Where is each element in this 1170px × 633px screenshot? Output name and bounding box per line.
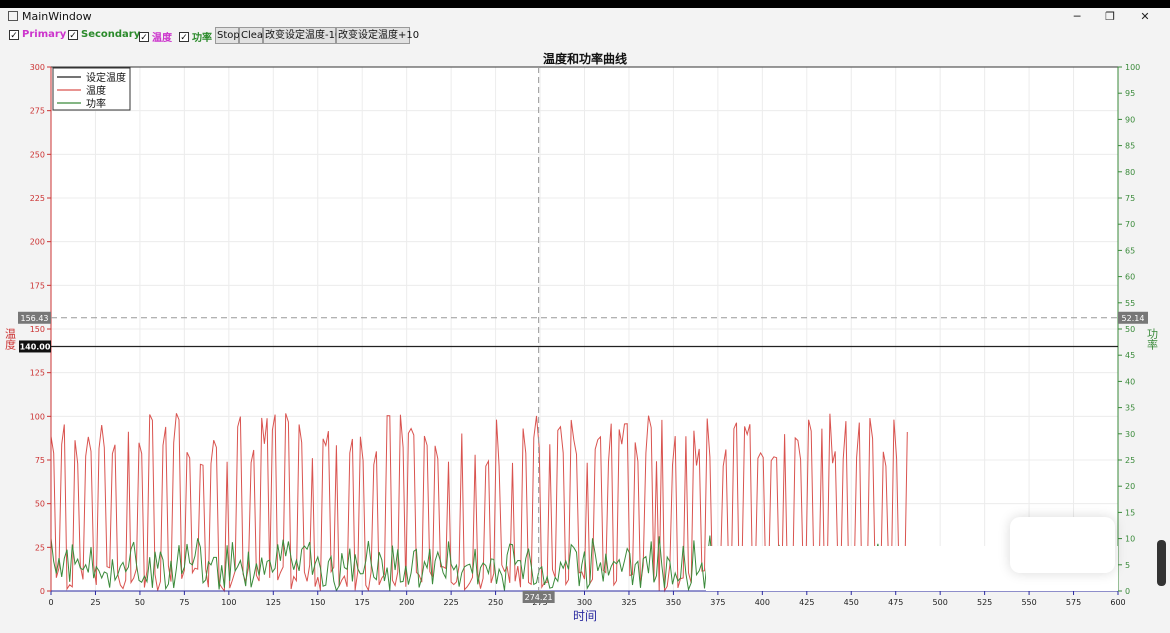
x-tick-label: 100 bbox=[221, 598, 236, 607]
y-right-tick-label: 15 bbox=[1125, 508, 1135, 517]
chart-area[interactable]: 0255075100125150175200225250275300325350… bbox=[0, 46, 1170, 629]
y-left-tick-label: 225 bbox=[30, 194, 45, 203]
x-tick-label: 425 bbox=[799, 598, 814, 607]
checkbox-primary[interactable]: ✓ Primary bbox=[9, 29, 67, 41]
increase-setpoint-button[interactable]: 改变设定温度+10 bbox=[336, 27, 419, 44]
y-left-tick-label: 125 bbox=[30, 369, 45, 378]
y-right-tick-label: 30 bbox=[1125, 430, 1135, 439]
y-right-tick-label: 25 bbox=[1125, 456, 1135, 465]
decrease-setpoint-button[interactable]: 改变设定温度-10 bbox=[263, 27, 341, 44]
y-left-axis-title: 温度 bbox=[4, 328, 17, 351]
check-icon: ✓ bbox=[9, 29, 19, 41]
legend: 设定温度 温度 功率 bbox=[52, 67, 131, 111]
x-tick-label: 25 bbox=[90, 598, 100, 607]
crosshair-x-label: 274.21 bbox=[525, 593, 553, 602]
check-icon: ✓ bbox=[68, 29, 78, 41]
y-right-tick-label: 10 bbox=[1125, 535, 1135, 544]
legend-label-temperature: 温度 bbox=[86, 84, 106, 97]
notification-toast[interactable] bbox=[1010, 517, 1115, 573]
y-left-tick-label: 250 bbox=[30, 150, 45, 159]
window-title: MainWindow bbox=[22, 10, 92, 23]
y-right-tick-label: 70 bbox=[1125, 220, 1135, 229]
y-right-tick-label: 75 bbox=[1125, 194, 1135, 203]
y-left-tick-label: 0 bbox=[40, 587, 45, 596]
y-right-tick-label: 100 bbox=[1125, 63, 1140, 72]
x-tick-label: 550 bbox=[1021, 598, 1036, 607]
y-right-tick-label: 90 bbox=[1125, 115, 1135, 124]
y-left-tick-label: 150 bbox=[30, 325, 45, 334]
legend-label-power: 功率 bbox=[86, 97, 106, 110]
y-right-axis-title: 功率 bbox=[1146, 328, 1159, 351]
x-tick-label: 300 bbox=[577, 598, 592, 607]
app-icon bbox=[8, 11, 18, 21]
checkbox-primary-label: Primary bbox=[22, 29, 67, 40]
y-left-tick-label: 175 bbox=[30, 281, 45, 290]
temperature-power-chart[interactable]: 0255075100125150175200225250275300325350… bbox=[0, 46, 1170, 629]
y-right-tick-label: 60 bbox=[1125, 273, 1135, 282]
x-tick-label: 575 bbox=[1066, 598, 1081, 607]
y-right-tick-label: 65 bbox=[1125, 246, 1135, 255]
legend-label-setpoint: 设定温度 bbox=[86, 71, 126, 84]
maximize-button[interactable]: ❐ bbox=[1095, 9, 1125, 25]
x-tick-label: 475 bbox=[888, 598, 903, 607]
y-right-tick-label: 50 bbox=[1125, 325, 1135, 334]
y-right-tick-label: 35 bbox=[1125, 404, 1135, 413]
x-tick-label: 500 bbox=[933, 598, 948, 607]
checkbox-secondary[interactable]: ✓ Secondary bbox=[68, 29, 141, 41]
close-button[interactable]: ✕ bbox=[1130, 9, 1160, 25]
x-tick-label: 175 bbox=[355, 598, 370, 607]
scrollbar-handle[interactable] bbox=[1157, 540, 1166, 586]
checkbox-temperature[interactable]: ✓ 温度 bbox=[139, 29, 172, 44]
checkbox-power-label: 功率 bbox=[192, 33, 212, 44]
y-left-tick-label: 275 bbox=[30, 107, 45, 116]
y-right-tick-label: 55 bbox=[1125, 299, 1135, 308]
crosshair-right-label: 52.14 bbox=[1122, 314, 1145, 323]
y-left-tick-label: 300 bbox=[30, 63, 45, 72]
x-tick-label: 250 bbox=[488, 598, 503, 607]
x-tick-label: 200 bbox=[399, 598, 414, 607]
chart-title: 温度和功率曲线 bbox=[543, 51, 627, 66]
top-edge bbox=[0, 0, 1170, 8]
y-right-tick-label: 40 bbox=[1125, 377, 1135, 386]
y-right-tick-label: 45 bbox=[1125, 351, 1135, 360]
checkbox-temperature-label: 温度 bbox=[152, 33, 172, 44]
x-tick-label: 600 bbox=[1110, 598, 1125, 607]
y-left-tick-label: 75 bbox=[35, 456, 45, 465]
x-tick-label: 150 bbox=[310, 598, 325, 607]
y-right-tick-label: 20 bbox=[1125, 482, 1135, 491]
x-tick-label: 125 bbox=[266, 598, 281, 607]
crosshair-left-label: 156.43 bbox=[21, 314, 49, 323]
stop-button[interactable]: Stop bbox=[215, 27, 240, 44]
y-left-tick-label: 100 bbox=[30, 412, 45, 421]
toolbar: ✓ Primary ✓ Secondary ✓ 温度 ✓ 功率 Stop Cle… bbox=[0, 26, 1170, 46]
y-right-tick-label: 85 bbox=[1125, 142, 1135, 151]
x-tick-label: 50 bbox=[135, 598, 145, 607]
x-tick-label: 225 bbox=[443, 598, 458, 607]
x-tick-label: 375 bbox=[710, 598, 725, 607]
x-tick-label: 0 bbox=[48, 598, 53, 607]
check-icon: ✓ bbox=[139, 31, 149, 43]
x-tick-label: 525 bbox=[977, 598, 992, 607]
x-tick-label: 350 bbox=[666, 598, 681, 607]
x-tick-label: 450 bbox=[844, 598, 859, 607]
y-left-tick-label: 25 bbox=[35, 543, 45, 552]
y-right-tick-label: 80 bbox=[1125, 168, 1135, 177]
checkbox-power[interactable]: ✓ 功率 bbox=[179, 29, 212, 44]
y-left-tick-label: 50 bbox=[35, 500, 45, 509]
x-tick-label: 325 bbox=[621, 598, 636, 607]
x-axis-title: 时间 bbox=[573, 609, 597, 623]
checkbox-secondary-label: Secondary bbox=[81, 29, 141, 40]
x-tick-label: 75 bbox=[179, 598, 189, 607]
setpoint-label: 140.00 bbox=[20, 342, 51, 351]
y-left-tick-label: 200 bbox=[30, 238, 45, 247]
y-right-tick-label: 5 bbox=[1125, 561, 1130, 570]
x-tick-label: 400 bbox=[755, 598, 770, 607]
minimize-button[interactable]: ─ bbox=[1062, 9, 1092, 25]
y-right-tick-label: 95 bbox=[1125, 89, 1135, 98]
title-bar: MainWindow ─ ❐ ✕ bbox=[0, 8, 1170, 26]
check-icon: ✓ bbox=[179, 31, 189, 43]
y-right-tick-label: 0 bbox=[1125, 587, 1130, 596]
clear-button[interactable]: Clear bbox=[239, 27, 267, 44]
